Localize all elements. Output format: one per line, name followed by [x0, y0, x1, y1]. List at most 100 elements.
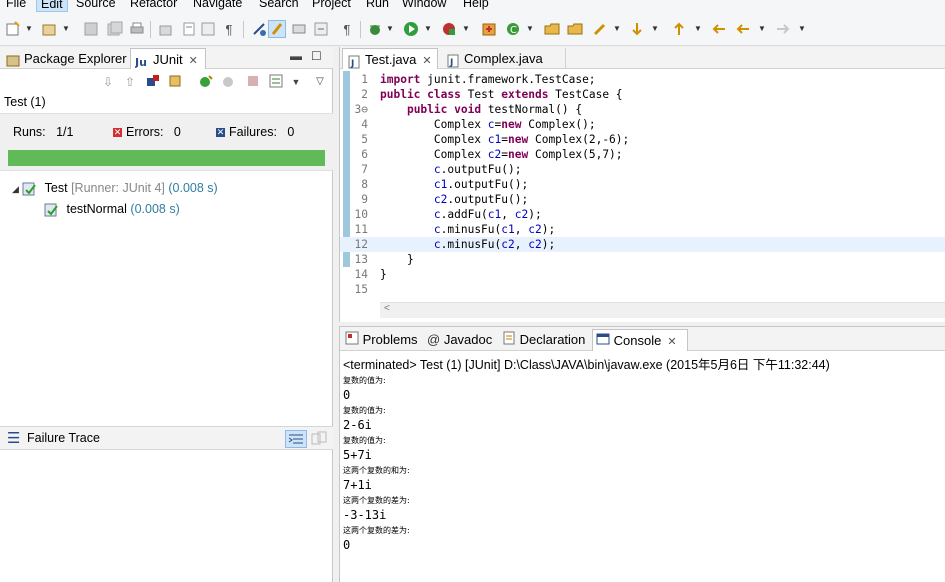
chevron-down-icon[interactable]: ▼ — [462, 24, 470, 33]
run-last-tool-icon[interactable] — [440, 20, 458, 38]
chevron-down-icon[interactable]: ▼ — [288, 74, 304, 90]
chevron-down-icon[interactable]: ▼ — [651, 24, 659, 33]
show-whitespace-icon[interactable]: ¶ — [220, 20, 238, 38]
tab-complex-java[interactable]: J Complex.java — [442, 48, 566, 69]
line-number: 14 — [354, 268, 368, 281]
new-java-project-icon[interactable] — [480, 20, 498, 38]
menu-window[interactable]: Window — [398, 0, 450, 12]
scroll-left-icon[interactable]: < — [384, 303, 390, 314]
new-icon[interactable] — [4, 20, 22, 38]
skip-breakpoints-icon[interactable] — [250, 20, 268, 38]
next-annotation-icon[interactable] — [628, 20, 646, 38]
search-icon[interactable] — [591, 20, 609, 38]
tab-declaration[interactable]: Declaration — [499, 329, 592, 351]
next-failure-icon[interactable]: ⇩ — [100, 74, 116, 90]
menu-search[interactable]: Search — [255, 0, 303, 12]
junit-stats-panel: Runs: 1/1 ✕ Errors: 0 ✕ Failures: 0 — [0, 113, 333, 171]
horizontal-scrollbar[interactable]: < — [380, 302, 945, 318]
chevron-down-icon[interactable]: ▼ — [526, 24, 534, 33]
close-icon[interactable]: ✕ — [189, 55, 198, 67]
chevron-down-icon[interactable]: ▼ — [798, 24, 806, 33]
tab-console[interactable]: Console ✕ — [592, 329, 688, 351]
tab-problems[interactable]: Problems — [342, 329, 422, 351]
tab-test-java[interactable]: J Test.java ✕ — [342, 48, 438, 69]
run-icon[interactable] — [402, 20, 420, 38]
editor-tab-strip: J Test.java ✕ J Complex.java — [340, 47, 945, 69]
mark-occurrences-icon[interactable] — [268, 20, 286, 38]
code-line[interactable]: 9 c2.outputFu(); — [340, 192, 945, 207]
last-edit-icon[interactable] — [710, 20, 728, 38]
close-icon[interactable]: ✕ — [422, 55, 431, 67]
open-resource-icon[interactable] — [180, 20, 198, 38]
maximize-icon[interactable]: ☐ — [311, 49, 322, 63]
menu-help[interactable]: Help — [459, 0, 493, 12]
close-icon[interactable]: ✕ — [667, 336, 676, 348]
debug-icon[interactable] — [366, 20, 384, 38]
code-line[interactable]: 2 public class Test extends TestCase { — [340, 87, 945, 102]
code-line[interactable]: 13 } — [340, 252, 945, 267]
back-icon[interactable] — [734, 20, 752, 38]
save-all-icon[interactable] — [106, 20, 124, 38]
view-menu-icon[interactable]: ▽ — [312, 74, 328, 90]
code-text: } — [380, 268, 387, 281]
filter-stack-icon[interactable] — [285, 430, 307, 448]
code-line[interactable]: 4 Complex c=new Complex(); — [340, 117, 945, 132]
chevron-down-icon[interactable]: ▼ — [694, 24, 702, 33]
code-line[interactable]: 11 c.minusFu(c1, c2); — [340, 222, 945, 237]
pilcrow-icon[interactable]: ¶ — [338, 20, 356, 38]
new-class-icon[interactable]: C — [504, 20, 522, 38]
toggle-breadcrumb-icon[interactable] — [199, 20, 217, 38]
code-line[interactable]: 5 Complex c1=new Complex(2,-6); — [340, 132, 945, 147]
menu-refactor[interactable]: Refactor — [126, 0, 181, 12]
chevron-down-icon[interactable]: ▼ — [758, 24, 766, 33]
code-line[interactable]: 3⊖ public void testNormal() { — [340, 102, 945, 117]
chevron-down-icon[interactable]: ▼ — [424, 24, 432, 33]
prev-annotation-icon[interactable] — [670, 20, 688, 38]
code-line[interactable]: 14} — [340, 267, 945, 282]
code-text: c.minusFu(c2, c2); — [433, 238, 556, 251]
rerun-failures-first-icon[interactable] — [221, 74, 237, 90]
show-failures-only-icon[interactable] — [145, 74, 161, 90]
code-line[interactable]: 12 c.minusFu(c2, c2); — [340, 237, 945, 252]
menu-source[interactable]: Source — [72, 0, 120, 12]
rerun-test-icon[interactable] — [198, 74, 214, 90]
code-line[interactable]: 1 import junit.framework.TestCase; — [340, 72, 945, 87]
chevron-down-icon[interactable]: ▼ — [62, 24, 70, 33]
tab-package-explorer[interactable]: Package Explorer — [2, 48, 127, 69]
stop-icon[interactable] — [245, 74, 261, 90]
code-line[interactable]: 8 c1.outputFu(); — [340, 177, 945, 192]
code-line[interactable]: 10 c.addFu(c1, c2); — [340, 207, 945, 222]
menu-file[interactable]: File — [2, 0, 30, 12]
debug-run-icon[interactable] — [290, 20, 308, 38]
code-line[interactable]: 15 — [340, 282, 945, 297]
tab-javadoc[interactable]: @ Javadoc — [424, 329, 496, 351]
menu-edit[interactable]: Edit — [36, 0, 68, 12]
code-line[interactable]: 6 Complex c2=new Complex(5,7); — [340, 147, 945, 162]
tree-row-test-method[interactable]: testNormal (0.008 s) — [44, 200, 180, 218]
line-number: 1 — [361, 73, 368, 86]
scroll-lock-icon[interactable] — [167, 74, 183, 90]
print-icon[interactable] — [128, 20, 146, 38]
expand-arrow-icon[interactable]: ◢ — [12, 184, 19, 194]
chevron-down-icon[interactable]: ▼ — [613, 24, 621, 33]
menu-project[interactable]: Project — [308, 0, 355, 12]
chevron-down-icon[interactable]: ▼ — [25, 24, 33, 33]
compare-result-icon[interactable] — [311, 431, 327, 450]
chevron-down-icon[interactable]: ▼ — [386, 24, 394, 33]
new-package-icon[interactable] — [40, 20, 58, 38]
save-icon[interactable] — [82, 20, 100, 38]
test-history-icon[interactable] — [268, 74, 284, 90]
tree-row-test-class[interactable]: ◢ Test [Runner: JUnit 4] (0.008 s) — [12, 179, 218, 197]
open-type-icon[interactable] — [157, 20, 175, 38]
toggle-block-icon[interactable] — [312, 20, 330, 38]
open-task-icon[interactable] — [566, 20, 584, 38]
menu-navigate[interactable]: Navigate — [189, 0, 246, 12]
forward-icon[interactable] — [774, 20, 792, 38]
previous-failure-icon[interactable]: ⇧ — [122, 74, 138, 90]
minimize-icon[interactable]: ▬ — [290, 49, 302, 63]
menu-run[interactable]: Run — [362, 0, 393, 12]
open-folder-icon[interactable] — [543, 20, 561, 38]
test-count-label: Test (1) — [4, 95, 46, 109]
code-line[interactable]: 7 c.outputFu(); — [340, 162, 945, 177]
tab-junit[interactable]: Ju JUnit ✕ — [130, 48, 206, 69]
